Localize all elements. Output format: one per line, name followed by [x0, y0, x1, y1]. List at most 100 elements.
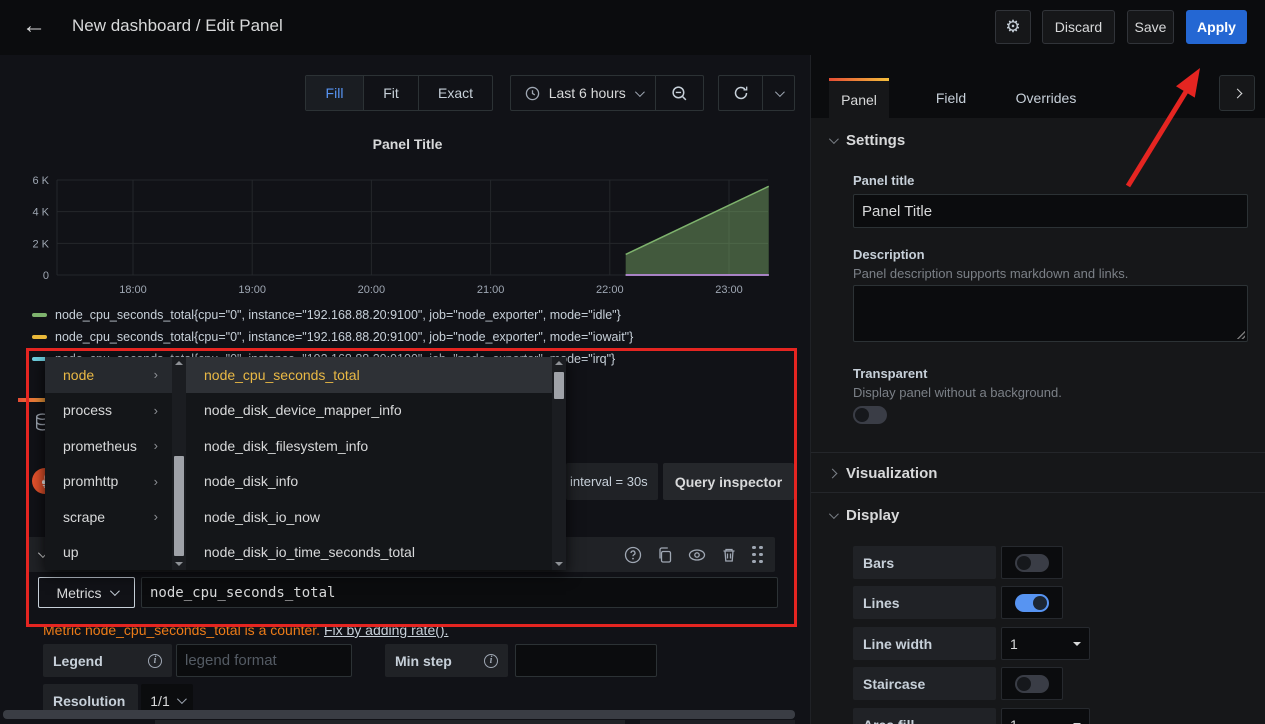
svg-text:4 K: 4 K	[32, 207, 49, 219]
lines-toggle[interactable]	[1015, 594, 1049, 612]
back-arrow-icon[interactable]: ←	[22, 11, 52, 41]
size-mode-exact[interactable]: Exact	[419, 76, 492, 110]
fix-rate-link[interactable]: Fix by adding rate().	[324, 622, 449, 638]
tab-overrides[interactable]: Overrides	[1001, 78, 1091, 118]
submenu-chevron-icon: ›	[154, 438, 158, 453]
warning-text: Metric node_cpu_seconds_total is a count…	[43, 622, 320, 638]
group-list-scrollbar[interactable]	[172, 357, 186, 570]
delete-query-trash-icon[interactable]	[720, 546, 738, 564]
min-step-input[interactable]	[515, 644, 657, 677]
zoom-out-icon	[671, 85, 688, 102]
legend-item[interactable]: node_cpu_seconds_total{cpu="0", instance…	[32, 306, 621, 324]
description-field-label: Description	[853, 247, 925, 262]
metric-item[interactable]: node_disk_filesystem_info	[186, 428, 552, 464]
description-help-text: Panel description supports markdown and …	[853, 266, 1128, 281]
query-options-interval[interactable]: interval = 30s	[566, 463, 658, 500]
svg-text:19:00: 19:00	[238, 284, 266, 296]
legend-format-input[interactable]	[176, 644, 352, 677]
info-icon[interactable]: i	[148, 654, 162, 668]
metric-item[interactable]: node_disk_info	[186, 464, 552, 500]
legend-swatch-icon	[32, 313, 47, 317]
staircase-toggle[interactable]	[1015, 675, 1049, 693]
promql-query-input[interactable]	[141, 577, 778, 608]
time-range-picker[interactable]: Last 6 hours	[511, 76, 656, 110]
panel-options-sidebar: Panel Field Overrides Settings Panel tit…	[810, 55, 1265, 724]
line-width-select[interactable]: 1	[1001, 627, 1090, 660]
metric-item[interactable]: node_disk_io_time_seconds_total	[186, 535, 552, 571]
chevron-down-icon	[177, 694, 187, 704]
submenu-chevron-icon: ›	[154, 367, 158, 382]
top-header: ← New dashboard / Edit Panel ⚙ Discard S…	[0, 0, 1265, 55]
transparent-help-text: Display panel without a background.	[853, 385, 1062, 400]
metric-item[interactable]: node_cpu_seconds_total	[186, 357, 552, 393]
chevron-down-icon	[110, 586, 120, 596]
drag-handle-icon[interactable]	[752, 546, 763, 564]
bars-toggle[interactable]	[1015, 554, 1049, 572]
apply-button[interactable]: Apply	[1186, 10, 1247, 44]
svg-text:23:00: 23:00	[715, 284, 743, 296]
section-settings[interactable]: Settings	[829, 132, 905, 149]
info-icon[interactable]: i	[484, 654, 498, 668]
metric-group-item[interactable]: prometheus›	[45, 428, 172, 464]
duplicate-query-icon[interactable]	[656, 546, 674, 564]
legend-item[interactable]: node_cpu_seconds_total{cpu="0", instance…	[32, 328, 633, 346]
legend-label: node_cpu_seconds_total{cpu="0", instance…	[55, 330, 633, 344]
display-row-linewidth-label: Line width	[853, 627, 996, 660]
min-step-label: Min step i	[385, 644, 508, 677]
lines-toggle-box	[1001, 586, 1063, 619]
section-visualization[interactable]: Visualization	[829, 465, 937, 482]
zoom-out-time-button[interactable]	[656, 76, 703, 110]
tab-panel[interactable]: Panel	[829, 78, 889, 118]
metric-item[interactable]: node_disk_io_now	[186, 499, 552, 535]
scroll-up-arrow-icon[interactable]	[175, 361, 183, 365]
metric-group-item[interactable]: up	[45, 535, 172, 571]
query-inspector-button[interactable]: Query inspector	[663, 463, 794, 500]
metric-group-item[interactable]: process›	[45, 393, 172, 429]
scroll-down-arrow-icon[interactable]	[175, 562, 183, 566]
refresh-icon	[733, 85, 749, 101]
tab-field[interactable]: Field	[916, 78, 986, 118]
caret-down-icon	[1073, 642, 1081, 646]
metric-group-item[interactable]: node›	[45, 357, 172, 393]
submenu-chevron-icon: ›	[154, 474, 158, 489]
clipped-content-sliver	[640, 720, 795, 724]
refresh-interval-dropdown[interactable]	[763, 76, 794, 110]
help-icon[interactable]	[624, 546, 642, 564]
metric-item[interactable]: node_disk_device_mapper_info	[186, 393, 552, 429]
bars-toggle-box	[1001, 546, 1063, 579]
display-row-bars-label: Bars	[853, 546, 996, 579]
metric-group-item[interactable]: promhttp›	[45, 464, 172, 500]
collapse-sidebar-button[interactable]	[1219, 75, 1255, 111]
size-mode-fit[interactable]: Fit	[364, 76, 419, 110]
page-title: New dashboard / Edit Panel	[72, 16, 283, 36]
metric-cascader-dropdown: node›process›prometheus›promhttp›scrape›…	[45, 357, 566, 570]
save-button[interactable]: Save	[1127, 10, 1174, 44]
horizontal-scrollbar[interactable]	[3, 710, 795, 719]
dashboard-settings-button[interactable]: ⚙	[995, 10, 1031, 44]
transparent-toggle[interactable]	[853, 406, 887, 424]
area-fill-select[interactable]: 1	[1001, 708, 1090, 724]
scroll-down-arrow-icon[interactable]	[555, 562, 563, 566]
svg-text:21:00: 21:00	[477, 284, 505, 296]
grafana-edit-panel-screen: ← New dashboard / Edit Panel ⚙ Discard S…	[0, 0, 1265, 724]
chevron-down-icon	[775, 87, 785, 97]
submenu-chevron-icon: ›	[154, 403, 158, 418]
metrics-dropdown-button[interactable]: Metrics	[38, 577, 135, 608]
size-mode-fill[interactable]: Fill	[306, 76, 364, 110]
description-textarea-wrap	[853, 285, 1248, 342]
clock-icon	[525, 86, 540, 101]
refresh-button[interactable]	[719, 76, 763, 110]
description-textarea[interactable]	[853, 285, 1248, 342]
discard-button[interactable]: Discard	[1042, 10, 1115, 44]
size-mode-segmented-control: Fill Fit Exact	[305, 75, 493, 111]
chevron-down-icon	[829, 134, 839, 144]
section-display[interactable]: Display	[829, 507, 899, 524]
metric-group-item[interactable]: scrape›	[45, 499, 172, 535]
panel-title-input[interactable]	[853, 194, 1248, 228]
transparent-field-label: Transparent	[853, 366, 927, 381]
metric-list-scrollbar[interactable]	[552, 357, 566, 570]
scroll-up-arrow-icon[interactable]	[555, 361, 563, 365]
svg-text:18:00: 18:00	[119, 284, 147, 296]
disable-query-eye-icon[interactable]	[688, 546, 706, 564]
chevron-down-icon	[635, 87, 645, 97]
